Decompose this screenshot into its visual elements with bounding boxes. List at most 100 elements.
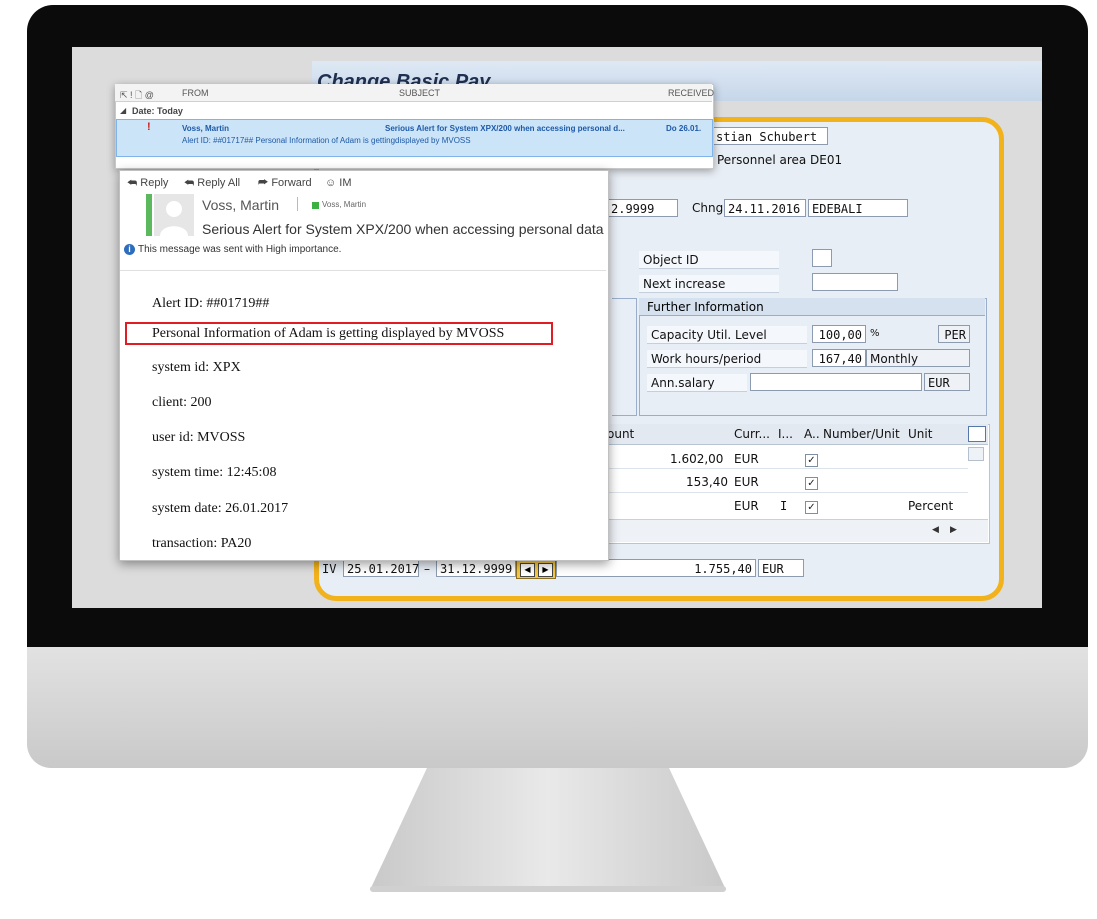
col-indicator[interactable]: I... [778,427,793,441]
col-number-unit[interactable]: Number/Unit [823,427,900,441]
row-2-amount[interactable]: 153,40 [686,475,728,489]
col-unit[interactable]: Unit [908,427,932,441]
reply-all-button[interactable]: ⮪ Reply All [184,177,240,190]
row-3-currency[interactable]: EUR [734,499,759,513]
table-settings-icon[interactable] [968,426,986,442]
avatar[interactable] [154,194,194,236]
annual-salary-currency[interactable]: EUR [924,373,970,391]
sender-status[interactable]: Voss, Martin [322,200,366,209]
basic-data-group-edge [612,298,637,416]
group-collapse-icon[interactable]: ◢ [120,106,126,115]
work-hours-field[interactable]: 167,40 [812,349,866,367]
header-divider [297,197,298,211]
scroll-right-icon[interactable]: ▶ [950,524,957,535]
next-increase-field[interactable] [812,273,898,291]
valid-from-field[interactable]: 25.01.2017 [343,559,419,577]
prev-period-icon[interactable]: ◀ [520,563,535,577]
body-user-id: user id: MVOSS [152,430,246,445]
changed-date-field[interactable]: 24.11.2016 [724,199,806,217]
list-header-icons[interactable]: ⇱ ! 🗋 @ [120,88,154,104]
body-alert-id: Alert ID: ##01719## [152,296,270,311]
footer-type: IV [322,562,337,576]
row-1-currency[interactable]: EUR [734,452,759,466]
row-1-checkbox[interactable]: ✓ [805,454,818,467]
row-3-unit[interactable]: Percent [908,499,953,513]
reply-icon: ⮪ [127,177,138,189]
valid-to-field[interactable]: 31.12.9999 [436,559,516,577]
next-period-icon[interactable]: ▶ [538,563,553,577]
row-2-checkbox[interactable]: ✓ [805,477,818,490]
body-client: client: 200 [152,395,212,410]
table-horizontal-scroll[interactable] [595,519,988,542]
importance-note: This message was sent with High importan… [138,244,342,255]
changed-user-field[interactable]: EDEBALI [808,199,908,217]
forward-label: Forward [271,177,312,189]
total-currency-field[interactable]: EUR [758,559,804,577]
message-from: Voss, Martin [182,124,229,133]
further-info-title: Further Information [639,298,985,316]
monitor-stand [370,768,726,890]
row-divider [595,492,968,493]
presence-bar [146,194,152,236]
row-2-currency[interactable]: EUR [734,475,759,489]
sender-name[interactable]: Voss, Martin [202,197,279,213]
message-subject: Serious Alert for System XPX/200 when ac… [385,124,625,133]
body-system-id: system id: XPX [152,360,241,375]
person-icon [160,201,188,236]
screen: Change Basic Pay stian Schubert Personne… [72,47,1042,608]
row-selector-button[interactable] [968,447,984,461]
col-assign[interactable]: A.. [804,427,820,441]
im-label: IM [339,177,352,189]
monitor-stand-base [370,886,726,892]
group-header-date-today[interactable]: Date: Today [132,106,183,116]
reply-all-label: Reply All [197,177,241,189]
row-3-checkbox[interactable]: ✓ [805,501,818,514]
changed-label: Chng [692,201,724,215]
presence-dot-icon [312,202,319,209]
object-id-label: Object ID [639,251,779,269]
annual-salary-label: Ann.salary [647,374,747,392]
red-highlight-box [125,322,553,345]
reply-button[interactable]: ⮪ Reply [127,177,168,190]
list-header-received[interactable]: RECEIVED [668,88,714,98]
next-increase-label: Next increase [639,275,779,293]
info-icon: i [124,244,135,255]
body-system-date: system date: 26.01.2017 [152,501,289,516]
reading-subject: Serious Alert for System XPX/200 when ac… [202,221,604,237]
capacity-unit: % [870,328,880,339]
row-3-indicator[interactable]: I [780,499,787,513]
header-body-divider [120,270,606,271]
forward-button[interactable]: ⮫ Forward [258,177,312,190]
list-header-subject[interactable]: SUBJECT [399,88,440,98]
high-importance-icon: ! [147,121,151,133]
col-amount[interactable]: ount [607,427,634,441]
body-system-time: system time: 12:45:08 [152,465,277,480]
col-currency[interactable]: Curr... [734,427,770,441]
body-transaction: transaction: PA20 [152,536,252,551]
date-dash: – [424,562,430,576]
row-1-amount[interactable]: 1.602,00 [670,452,723,466]
list-header-from[interactable]: FROM [182,88,209,98]
reply-all-icon: ⮪ [184,177,195,189]
capacity-field[interactable]: 100,00 [812,325,866,343]
capacity-label: Capacity Util. Level [647,326,807,344]
im-button[interactable]: ☺ IM [325,177,352,189]
date-nav-buttons: ◀ ▶ [516,559,556,579]
end-date-field[interactable]: 2.9999 [608,199,678,217]
annual-salary-field[interactable] [750,373,922,391]
message-preview: Alert ID: ##01717## Personal Information… [182,136,471,145]
reply-label: Reply [140,177,169,189]
work-hours-label: Work hours/period [647,350,807,368]
row-divider [595,468,968,469]
total-amount-field[interactable]: 1.755,40 [556,559,756,577]
forward-icon: ⮫ [258,177,269,189]
monitor-chin [27,647,1088,768]
work-hours-period-field[interactable]: Monthly [866,349,970,367]
im-icon: ☺ [325,177,337,189]
capacity-code-field[interactable]: PER [938,325,970,343]
employee-name-field[interactable]: stian Schubert [712,127,828,145]
personnel-area-label: Personnel area DE01 [717,153,843,167]
scroll-left-icon[interactable]: ◀ [932,524,939,535]
message-received: Do 26.01. [666,124,702,133]
object-id-field[interactable] [812,249,832,267]
